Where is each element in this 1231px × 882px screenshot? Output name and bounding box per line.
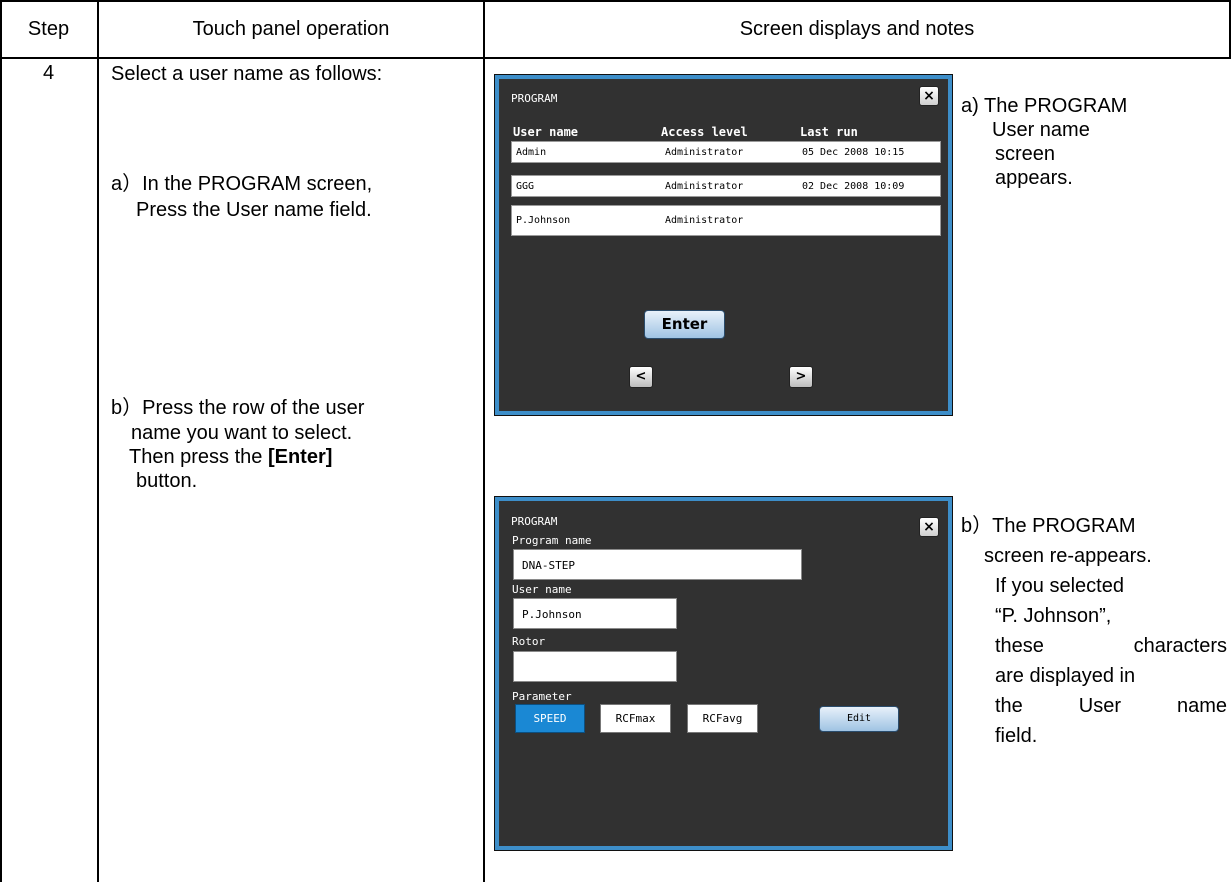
previous-page-button[interactable]: < [629,366,653,388]
user-row-level: Administrator [665,215,744,226]
enter-button[interactable]: Enter [644,310,725,339]
parameter-rcfmax-button[interactable]: RCFmax [600,704,671,733]
enter-reference: [Enter] [267,446,333,468]
screen-program: PROGRAM × Program name DNA-STEP User nam… [495,497,952,850]
note-b-line7: the User name [995,695,1227,717]
program-name-field[interactable]: DNA-STEP [513,549,802,580]
note-b-line4: “P. Johnson”, [995,605,1112,627]
operation-intro: Select a user name as follows: [111,63,383,85]
parameter-label: Parameter [512,690,572,703]
operation-b-line2: name you want to select. [131,422,353,444]
parameter-rcfavg-button[interactable]: RCFavg [687,704,758,733]
screen-title: PROGRAM [511,515,558,528]
user-row-admin[interactable]: Admin Administrator 05 Dec 2008 10:15 [511,141,941,163]
note-a-line1: a) The PROGRAM [961,95,1128,117]
user-name-value: P.Johnson [522,608,582,621]
note-b-line6: are displayed in [995,665,1136,687]
user-row-level: Administrator [665,147,744,158]
close-button[interactable]: × [919,86,939,106]
rotor-field[interactable] [513,651,677,682]
parameter-speed-button[interactable]: SPEED [515,704,585,733]
header-displays: Screen displays and notes [739,17,975,40]
operation-b-line3: Then press the [Enter] [129,445,332,469]
note-a-line4: appears. [995,167,1073,189]
operation-b-line3-text: Then press the [129,446,268,468]
next-page-button[interactable]: > [789,366,813,388]
column-header-access-level: Access level [661,125,748,139]
program-name-label: Program name [512,534,592,547]
user-name-field[interactable]: P.Johnson [513,598,677,629]
edit-button[interactable]: Edit [819,706,899,732]
operation-a-line2: Press the User name field. [136,199,372,221]
user-row-name: GGG [516,181,535,192]
user-row-p-johnson[interactable]: P.Johnson Administrator [511,205,941,236]
note-b-line2: screen re-appears. [984,545,1152,567]
user-row-name: P.Johnson [516,215,571,226]
note-b-line1: b）The PROGRAM [961,515,1136,537]
user-row-ggg[interactable]: GGG Administrator 02 Dec 2008 10:09 [511,175,941,197]
header-step: Step [27,17,70,40]
user-row-last-run: 05 Dec 2008 10:15 [802,147,905,158]
user-row-last-run: 02 Dec 2008 10:09 [802,181,905,192]
close-button[interactable]: × [919,517,939,537]
operation-b-line1: b）Press the row of the user [111,397,365,419]
step-number: 4 [42,62,55,84]
user-row-name: Admin [516,147,547,158]
note-a-line2: User name [992,119,1090,141]
user-name-label: User name [512,583,572,596]
program-name-value: DNA-STEP [522,559,575,572]
note-b-line5: these characters [995,635,1227,657]
operation-a-line1: a）In the PROGRAM screen, [111,173,373,195]
step-column-divider [97,0,99,882]
note-b-line3: If you selected [995,575,1124,597]
note-b-line8: field. [995,725,1038,747]
screen-user-list: PROGRAM × User name Access level Last ru… [495,75,952,415]
note-a-line3: screen [995,143,1056,165]
user-row-level: Administrator [665,181,744,192]
column-header-last-run: Last run [800,125,858,139]
operation-b-line4: button. [136,470,198,492]
rotor-label: Rotor [512,635,546,648]
header-operation: Touch panel operation [192,17,390,40]
screen-title: PROGRAM [511,92,558,105]
column-header-user-name: User name [513,125,579,139]
table-left-border [0,0,2,882]
operation-column-divider [483,0,485,882]
